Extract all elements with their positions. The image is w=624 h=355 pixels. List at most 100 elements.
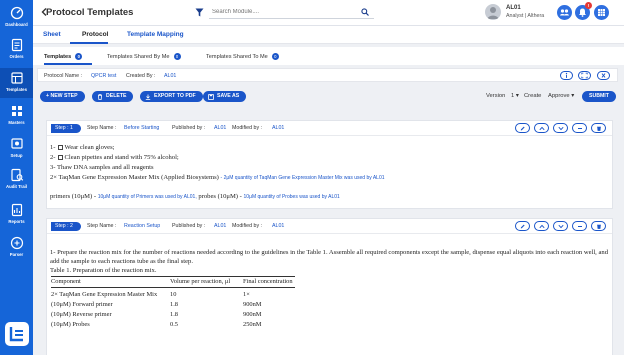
sidebar-item-label: Dashboard <box>5 22 28 27</box>
edit-step-button[interactable] <box>515 123 530 133</box>
trash-icon <box>597 224 601 229</box>
table-cell: 1× <box>243 291 250 298</box>
step-number-pill: Step : 2 <box>51 222 81 231</box>
setup-icon <box>10 138 23 149</box>
tab-sheet[interactable]: Sheet <box>43 31 61 38</box>
step-name-label: Step Name : <box>87 223 117 229</box>
table-cell: 2× TaqMan Gene Expression Master Mix <box>51 291 158 298</box>
fullscreen-icon <box>581 72 588 79</box>
move-up-button[interactable] <box>534 123 549 133</box>
version-select[interactable]: 1 ▾ <box>511 93 519 99</box>
protocol-name-label: Protocol Name : <box>44 73 82 79</box>
usage-note: - 2μM quantity of TaqMan Gene Expression… <box>220 175 385 181</box>
step-name-value: Before Starting <box>124 125 160 131</box>
sidebar-item-templates[interactable]: Templates <box>0 68 33 98</box>
delete-step-button[interactable] <box>591 123 606 133</box>
export-pdf-button[interactable]: EXPORT TO PDF <box>140 91 203 102</box>
action-toolbar: + NEW STEP DELETE EXPORT TO PDF SAVE AS … <box>37 88 618 104</box>
sidebar-item-setup[interactable]: Setup <box>0 137 33 158</box>
filter-icon[interactable] <box>195 8 204 17</box>
avatar[interactable] <box>485 4 501 20</box>
step-content: 1- Prepare the reaction mix for the numb… <box>47 234 612 355</box>
sidebar-item-masters[interactable]: Masters <box>0 104 33 125</box>
dashboard-icon <box>10 6 23 20</box>
modified-by-value: AL01 <box>272 223 285 229</box>
content-line: 2- Clean pipettes and stand with 75% alco… <box>50 154 179 161</box>
published-by-value: AL01 <box>214 125 227 131</box>
table-cell: (10μM) Probes <box>51 321 90 328</box>
created-by-label: Created By : <box>126 73 156 79</box>
subtab-templates[interactable]: Templates 0 <box>44 53 83 60</box>
subtab-shared-by-me[interactable]: Templates Shared By Me 0 <box>107 53 181 60</box>
move-down-button[interactable] <box>553 221 568 231</box>
apps-button[interactable] <box>594 5 609 20</box>
pencil-icon <box>520 224 525 229</box>
save-as-button[interactable]: SAVE AS <box>203 91 247 102</box>
version-value: 1 <box>511 93 515 99</box>
step-card-2: Step : 2 Step Name : Reaction Setup Publ… <box>46 218 613 355</box>
count-badge: 0 <box>75 53 83 60</box>
new-step-button[interactable]: + NEW STEP <box>40 91 85 102</box>
info-icon <box>565 72 568 78</box>
step-name-label: Step Name : <box>87 125 117 131</box>
minus-icon <box>578 226 582 227</box>
delete-button[interactable]: DELETE <box>92 91 134 102</box>
move-up-button[interactable] <box>534 221 549 231</box>
move-down-button[interactable] <box>553 123 568 133</box>
subtab-label: Templates <box>44 53 72 60</box>
subtab-shared-to-me[interactable]: Templates Shared To Me 0 <box>206 53 279 60</box>
save-icon <box>208 94 214 100</box>
tab-template-mapping[interactable]: Template Mapping <box>127 31 184 38</box>
tab-protocol[interactable]: Protocol <box>82 31 108 38</box>
audit-icon <box>10 168 23 182</box>
search-input[interactable] <box>209 5 374 19</box>
sidebar-item-audit-trail[interactable]: Audit Trail <box>0 168 33 189</box>
sidebar-item-dashboard[interactable]: Dashboard <box>0 6 33 27</box>
table-cell: 1.8 <box>170 311 178 318</box>
close-button[interactable] <box>597 71 610 80</box>
top-header: Protocol Templates AL01 Analyst | Alther… <box>33 0 624 26</box>
content-line: 1- Wear clean gloves; <box>50 144 115 151</box>
fullscreen-button[interactable] <box>578 71 591 80</box>
collapse-button[interactable] <box>572 221 587 231</box>
search-icon[interactable] <box>361 8 369 16</box>
version-label: Version <box>486 93 506 99</box>
count-badge: 0 <box>173 53 181 60</box>
parser-icon <box>10 236 23 250</box>
sidebar-item-reports[interactable]: Reports <box>0 203 33 224</box>
create-select[interactable]: Approve ▾ <box>548 93 574 99</box>
step-header: Step : 1 Step Name : Before Starting Pub… <box>47 121 612 136</box>
content-line: primers (10μM) - 10μM quantity of Primer… <box>50 193 340 200</box>
chevron-down-icon: ▾ <box>571 93 575 99</box>
delete-step-button[interactable] <box>591 221 606 231</box>
sidebar-item-label: Templates <box>6 87 27 92</box>
collapse-button[interactable] <box>572 123 587 133</box>
sub-tabs: Templates 0 Templates Shared By Me 0 Templ… <box>33 47 624 65</box>
table-cell: (10μM) Reverse primer <box>51 311 112 318</box>
delete-label: DELETE <box>106 93 127 99</box>
users-icon <box>560 9 569 16</box>
subtab-label: Templates Shared To Me <box>206 53 268 60</box>
table-cell: (10μM) Forward primer <box>51 301 113 308</box>
sidebar-item-label: Orders <box>9 54 24 59</box>
sidebar-item-orders[interactable]: Orders <box>0 38 33 59</box>
checkbox[interactable] <box>57 144 63 150</box>
sidebar-item-parser[interactable]: Parser <box>0 236 33 257</box>
table-row: (10μM) Reverse primer 1.8 900nM <box>51 310 295 320</box>
users-button[interactable] <box>557 5 572 20</box>
table-caption: Table 1. Preparation of the reaction mix… <box>50 267 157 274</box>
step-header: Step : 2 Step Name : Reaction Setup Publ… <box>47 219 612 234</box>
info-button[interactable] <box>560 71 573 80</box>
trash-icon <box>597 126 601 131</box>
usage-note: 10μM quantity of Primers was used by AL0… <box>97 194 197 200</box>
step-number-pill: Step : 1 <box>51 124 81 133</box>
submit-button[interactable]: SUBMIT <box>582 91 616 102</box>
table-cell: 0.5 <box>170 321 178 328</box>
checkbox[interactable] <box>57 154 63 160</box>
edit-step-button[interactable] <box>515 221 530 231</box>
protocol-name-value: QPCR test <box>91 73 117 79</box>
table-row: 2× TaqMan Gene Expression Master Mix 10 … <box>51 290 295 300</box>
reports-icon <box>11 203 22 217</box>
main-tabs: Sheet Protocol Template Mapping <box>33 26 624 44</box>
user-role: Analyst | Althera <box>506 13 545 19</box>
